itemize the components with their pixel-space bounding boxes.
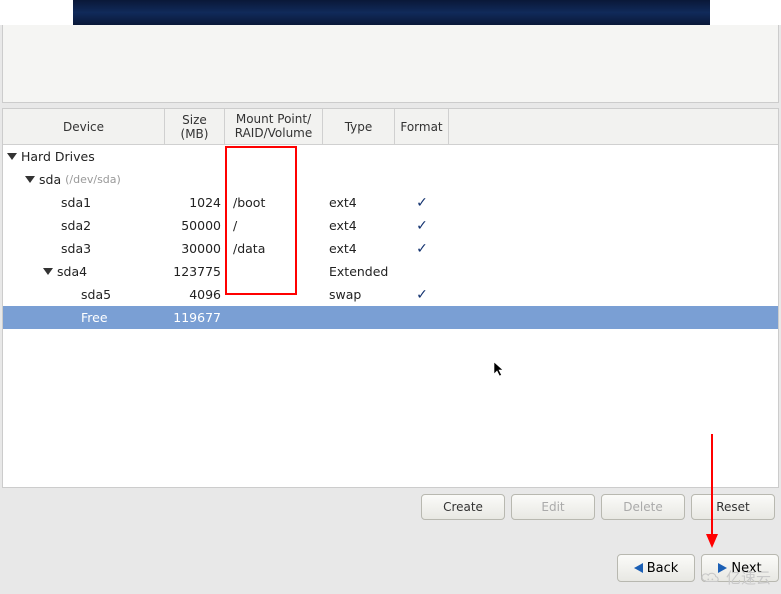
type-cell: swap: [323, 287, 395, 302]
type-cell: ext4: [323, 218, 395, 233]
edit-button: Edit: [511, 494, 595, 520]
create-button[interactable]: Create: [421, 494, 505, 520]
table-header: Device Size(MB) Mount Point/RAID/Volume …: [3, 109, 778, 145]
table-row[interactable]: sda4 123775 Extended: [3, 260, 778, 283]
tree-disk-sda[interactable]: sda (/dev/sda): [3, 168, 778, 191]
size-cell: 30000: [165, 241, 225, 256]
device-name: sda5: [81, 287, 111, 302]
reset-button[interactable]: Reset: [691, 494, 775, 520]
partition-panel: Device Size(MB) Mount Point/RAID/Volume …: [2, 108, 779, 488]
disk-preview-area: [2, 25, 779, 103]
size-cell: 4096: [165, 287, 225, 302]
chevron-down-icon[interactable]: [25, 176, 35, 183]
device-name: sda4: [57, 264, 87, 279]
create-label: Create: [443, 500, 483, 514]
disk-path: (/dev/sda): [65, 173, 121, 186]
table-row[interactable]: sda2 50000/ext4 ✓: [3, 214, 778, 237]
format-cell: ✓: [395, 218, 449, 234]
format-cell: ✓: [395, 287, 449, 303]
arrow-left-icon: [634, 563, 643, 573]
partition-button-row: Create Edit Delete Reset: [0, 488, 781, 520]
type-cell: Extended: [323, 264, 395, 279]
next-label: Next: [731, 561, 761, 576]
check-icon: ✓: [416, 218, 428, 234]
col-format-label: Format: [400, 120, 442, 134]
delete-label: Delete: [623, 500, 662, 514]
mount-cell: /data: [225, 241, 323, 256]
edit-label: Edit: [541, 500, 564, 514]
banner-strip: [0, 0, 781, 25]
table-row[interactable]: sda1 1024/bootext4 ✓: [3, 191, 778, 214]
table-row[interactable]: sda3 30000/dataext4 ✓: [3, 237, 778, 260]
chevron-down-icon[interactable]: [43, 268, 53, 275]
col-type[interactable]: Type: [323, 109, 395, 144]
check-icon: ✓: [416, 195, 428, 211]
check-icon: ✓: [416, 287, 428, 303]
back-button[interactable]: Back: [617, 554, 695, 582]
col-mount[interactable]: Mount Point/RAID/Volume: [225, 109, 323, 144]
table-row[interactable]: Free 119677: [3, 306, 778, 329]
partition-tree[interactable]: Hard Drives sda(/dev/sda) sda11024/boote…: [3, 145, 778, 329]
wizard-nav-row: Back Next: [617, 554, 781, 582]
type-cell: ext4: [323, 195, 395, 210]
device-name: sda1: [61, 195, 91, 210]
size-cell: 1024: [165, 195, 225, 210]
check-icon: ✓: [416, 241, 428, 257]
format-cell: ✓: [395, 195, 449, 211]
col-size-l1: Size: [182, 113, 207, 127]
device-name: sda3: [61, 241, 91, 256]
delete-button: Delete: [601, 494, 685, 520]
col-device-label: Device: [63, 120, 104, 134]
reset-label: Reset: [716, 500, 750, 514]
arrow-right-icon: [718, 563, 727, 573]
type-cell: ext4: [323, 241, 395, 256]
col-device[interactable]: Device: [3, 109, 165, 144]
mount-cell: /boot: [225, 195, 323, 210]
root-label: Hard Drives: [21, 149, 95, 164]
device-name: Free: [81, 310, 108, 325]
col-size[interactable]: Size(MB): [165, 109, 225, 144]
col-format[interactable]: Format: [395, 109, 449, 144]
disk-name: sda: [39, 172, 61, 187]
size-cell: 123775: [165, 264, 225, 279]
next-button[interactable]: Next: [701, 554, 779, 582]
tree-root-hard-drives[interactable]: Hard Drives: [3, 145, 778, 168]
col-size-l2: (MB): [181, 127, 209, 141]
col-mount-l1: Mount Point/: [236, 113, 311, 126]
size-cell: 50000: [165, 218, 225, 233]
table-row[interactable]: sda5 4096 swap ✓: [3, 283, 778, 306]
banner: [73, 0, 710, 25]
col-type-label: Type: [345, 120, 373, 134]
format-cell: ✓: [395, 241, 449, 257]
size-cell: 119677: [165, 310, 225, 325]
device-name: sda2: [61, 218, 91, 233]
back-label: Back: [647, 561, 679, 576]
col-mount-l2: RAID/Volume: [235, 127, 313, 140]
chevron-down-icon[interactable]: [7, 153, 17, 160]
mount-cell: /: [225, 218, 323, 233]
